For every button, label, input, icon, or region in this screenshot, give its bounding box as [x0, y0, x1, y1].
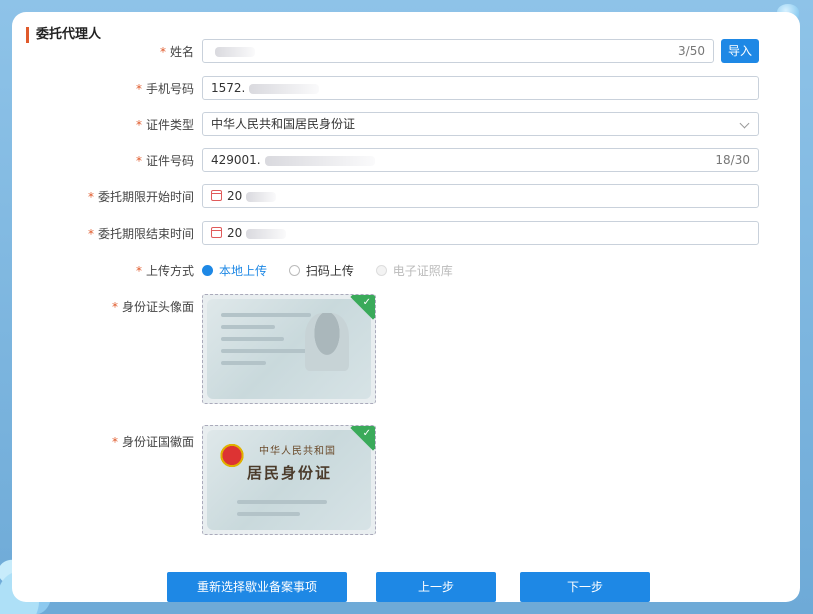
- end-date-label: * 委托期限结束时间: [87, 227, 194, 241]
- upload-method-row: * 上传方式 本地上传 扫码上传 电子证照库: [12, 258, 800, 282]
- radio-e-license[interactable]: 电子证照库: [375, 262, 453, 279]
- id-number-char-count: 18/30: [715, 153, 750, 167]
- name-input[interactable]: 3/50: [202, 39, 714, 63]
- id-front-upload[interactable]: ✓: [202, 294, 376, 404]
- check-icon: ✓: [362, 428, 371, 439]
- reselect-button[interactable]: 重新选择歇业备案事项: [167, 572, 347, 602]
- import-button[interactable]: 导入: [721, 39, 759, 63]
- id-back-row: * 身份证国徽面: [12, 429, 800, 453]
- national-emblem-icon: [219, 442, 245, 472]
- id-type-row: * 证件类型 中华人民共和国居民身份证: [12, 112, 800, 136]
- calendar-icon: [211, 190, 222, 201]
- upload-method-label: * 上传方式: [135, 264, 194, 278]
- id-number-label: * 证件号码: [135, 154, 194, 168]
- next-step-button[interactable]: 下一步: [520, 572, 650, 602]
- radio-local-upload[interactable]: 本地上传: [202, 262, 267, 279]
- upload-method-radio-group: 本地上传 扫码上传 电子证照库: [202, 262, 471, 279]
- name-row: * 姓名 3/50 导入: [12, 39, 800, 63]
- start-date-picker[interactable]: 20: [202, 184, 759, 208]
- id-type-label: * 证件类型: [135, 118, 194, 132]
- start-date-label: * 委托期限开始时间: [87, 190, 194, 204]
- id-back-label: * 身份证国徽面: [111, 435, 194, 449]
- form-card: 委托代理人 * 姓名 3/50 导入 * 手机号码 1572. * 证件类型 中华人民…: [12, 12, 800, 602]
- id-number-row: * 证件号码 429001. 18/30: [12, 148, 800, 172]
- end-date-picker[interactable]: 20: [202, 221, 759, 245]
- id-front-label: * 身份证头像面: [111, 300, 194, 314]
- id-back-image: 中华人民共和国 居民身份证: [207, 430, 371, 530]
- prev-step-button[interactable]: 上一步: [376, 572, 496, 602]
- phone-input[interactable]: 1572.: [202, 76, 759, 100]
- id-type-select[interactable]: 中华人民共和国居民身份证: [202, 112, 759, 136]
- id-number-input[interactable]: 429001. 18/30: [202, 148, 759, 172]
- name-label: * 姓名: [159, 45, 194, 59]
- phone-row: * 手机号码 1572.: [12, 76, 800, 100]
- id-front-image: [207, 299, 371, 399]
- calendar-icon: [211, 227, 222, 238]
- name-char-count: 3/50: [678, 44, 705, 58]
- chevron-down-icon: [739, 118, 750, 129]
- check-icon: ✓: [362, 297, 371, 308]
- id-back-upload[interactable]: 中华人民共和国 居民身份证 ✓: [202, 425, 376, 535]
- radio-scan-upload[interactable]: 扫码上传: [288, 262, 354, 279]
- id-front-row: * 身份证头像面: [12, 294, 800, 318]
- phone-label: * 手机号码: [135, 82, 194, 96]
- end-date-row: * 委托期限结束时间 20: [12, 221, 800, 245]
- start-date-row: * 委托期限开始时间 20: [12, 184, 800, 208]
